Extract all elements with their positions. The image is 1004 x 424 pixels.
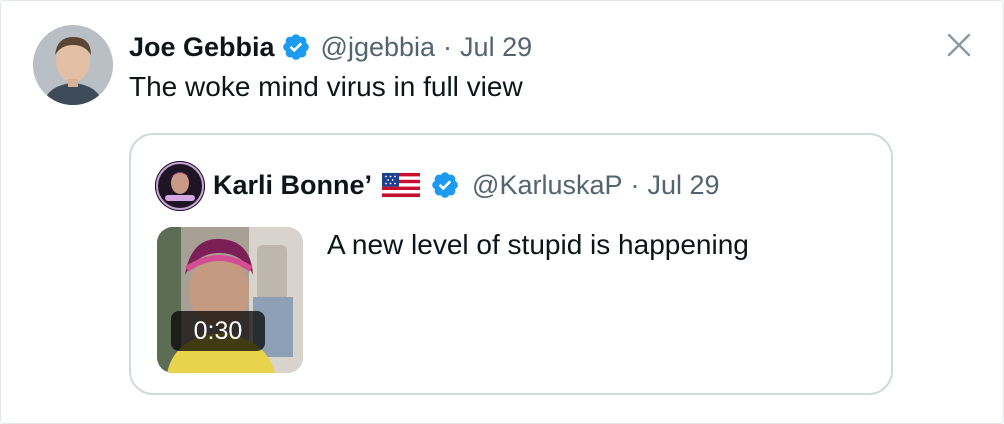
video-duration: 0:30 [171,311,265,351]
us-flag-icon [381,171,421,199]
separator-dot: · [630,169,640,200]
quoted-tweet-text: A new level of stupid is happening [327,229,749,260]
verified-badge-icon [430,170,460,200]
video-thumbnail[interactable]: 0:30 [157,227,303,373]
tweet-date[interactable]: Jul 29 [460,32,532,63]
quoted-author-name[interactable]: Karli Bonne’ [213,170,372,201]
video-thumbnail-image [157,227,303,373]
quoted-tweet[interactable]: Karli Bonne’ @KarluskaP · Jul 29 0:30 A … [129,133,893,395]
separator-dot: · [443,31,453,62]
quoted-avatar-image [155,161,205,211]
author-handle[interactable]: @jgebbia [321,32,436,63]
quoted-header: Karli Bonne’ @KarluskaP · Jul 29 [213,165,720,205]
verified-badge-icon [281,32,311,62]
close-icon [947,33,971,57]
tweet-card: Joe Gebbia @jgebbia · Jul 29 The woke mi… [0,0,1004,424]
tweet-text: The woke mind virus in full view [129,71,523,102]
tweet-header: Joe Gebbia @jgebbia · Jul 29 [129,29,532,65]
author-name[interactable]: Joe Gebbia [129,32,275,63]
close-button[interactable] [941,27,977,63]
quoted-tweet-date[interactable]: Jul 29 [648,170,720,201]
avatar[interactable] [33,25,113,105]
quoted-avatar[interactable] [155,161,205,211]
avatar-image [33,25,113,105]
quoted-author-handle[interactable]: @KarluskaP [472,170,622,201]
